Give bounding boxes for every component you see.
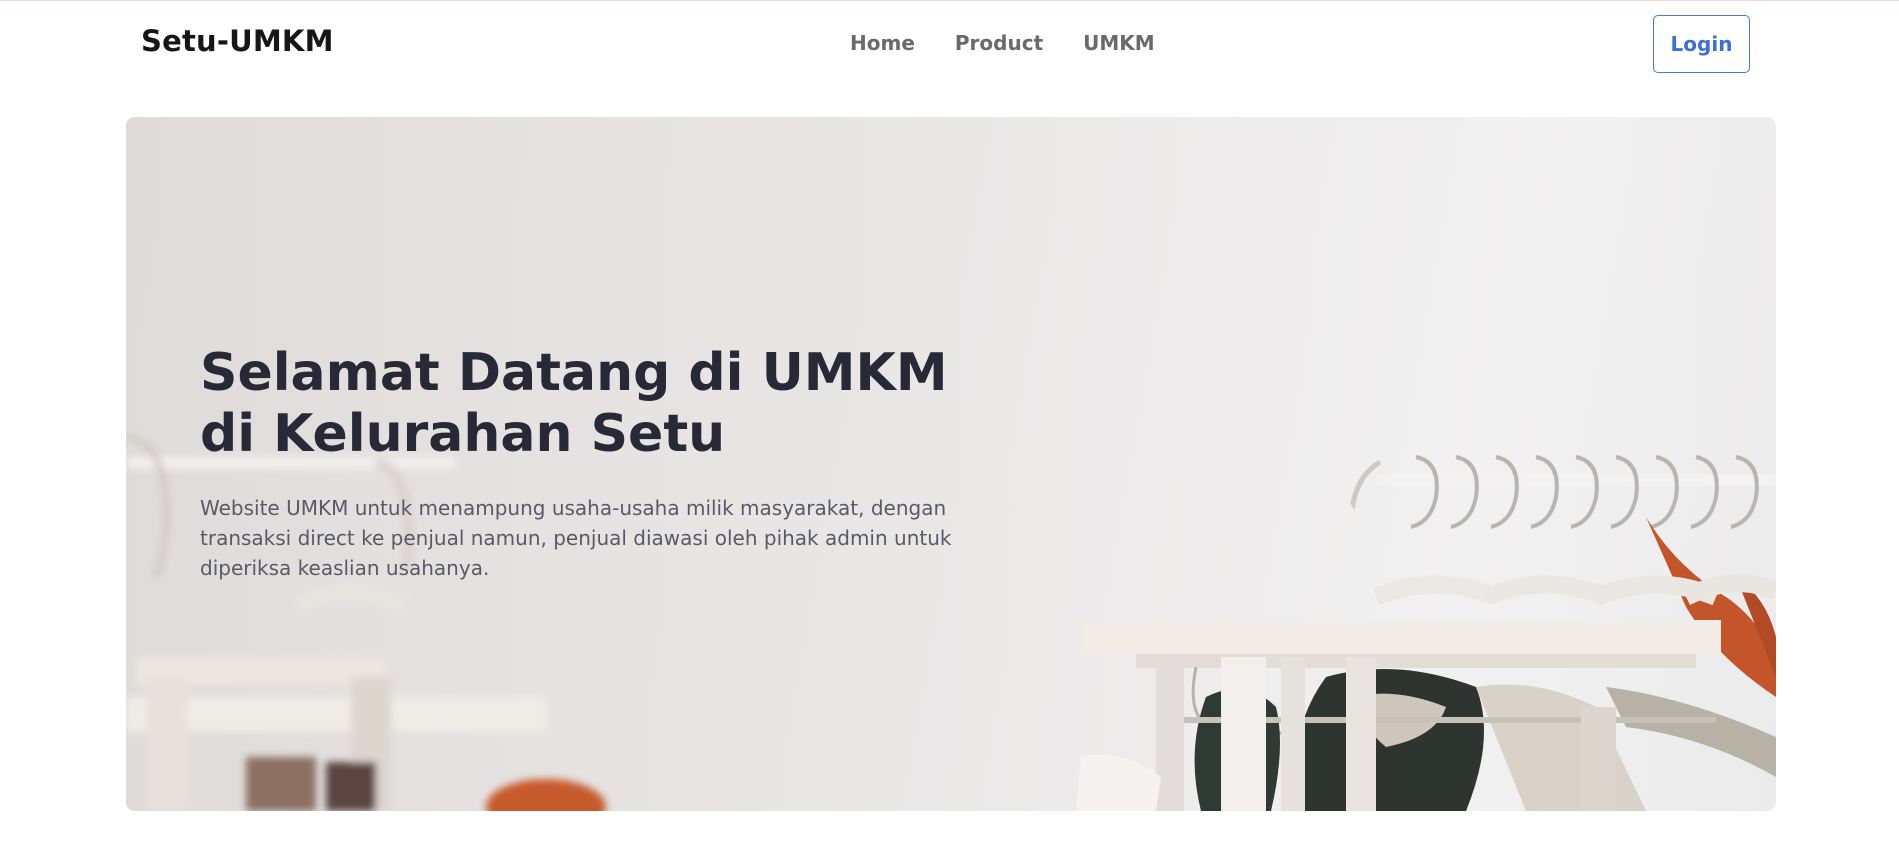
nav-link-umkm[interactable]: UMKM <box>1083 31 1155 55</box>
main-nav: Home Product UMKM <box>850 31 1195 55</box>
hero-title-line1: Selamat Datang di UMKM <box>200 343 948 403</box>
nav-link-product[interactable]: Product <box>955 31 1043 55</box>
nav-link-home[interactable]: Home <box>850 31 915 55</box>
brand-logo[interactable]: Setu-UMKM <box>141 24 334 58</box>
hero-title: Selamat Datang di UMKM di Kelurahan Setu <box>200 343 960 465</box>
navbar: Setu-UMKM Home Product UMKM Login <box>0 1 1899 85</box>
login-button[interactable]: Login <box>1653 15 1750 73</box>
hero-title-line2: di Kelurahan Setu <box>200 404 726 464</box>
hero-description: Website UMKM untuk menampung usaha-usaha… <box>200 496 952 580</box>
hero-banner: Selamat Datang di UMKM di Kelurahan Setu… <box>126 117 1776 811</box>
